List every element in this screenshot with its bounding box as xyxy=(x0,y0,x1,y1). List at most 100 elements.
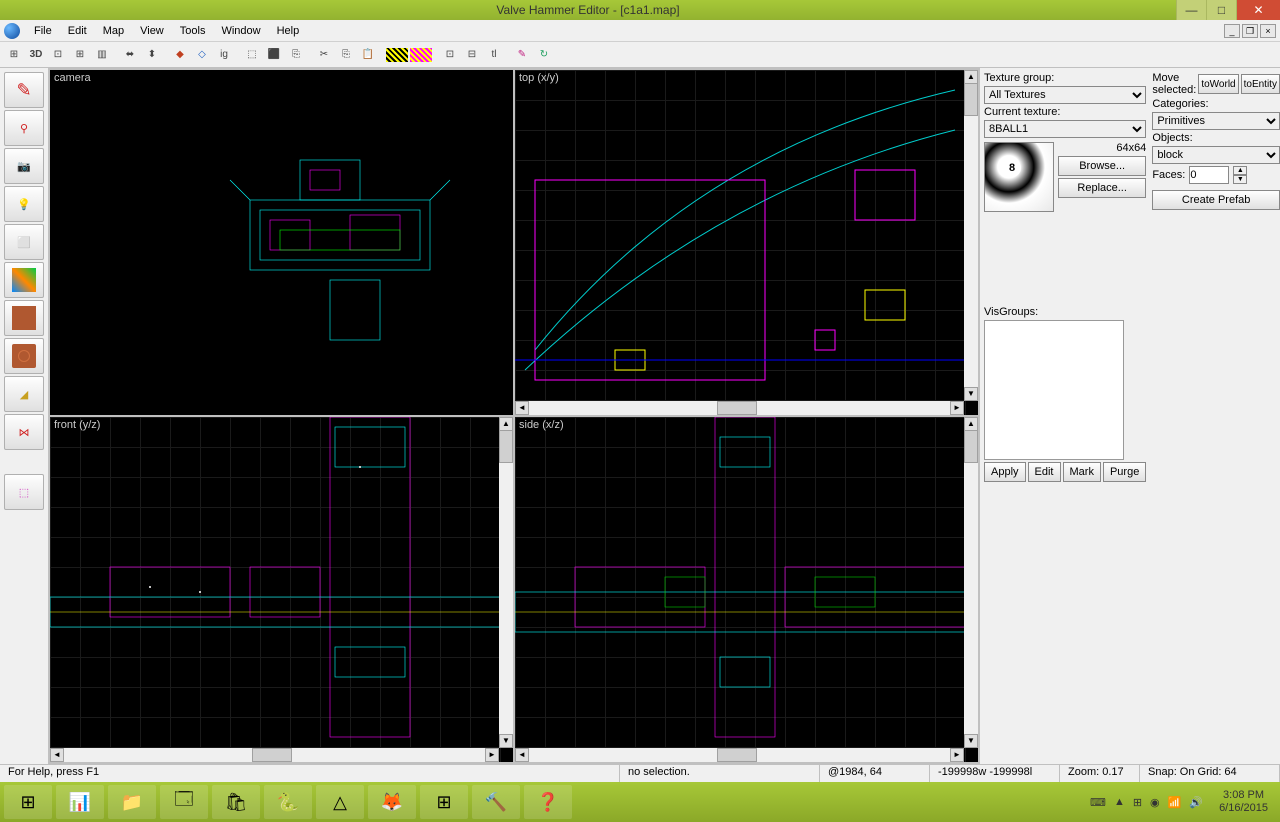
tray-steam-icon[interactable]: ◉ xyxy=(1150,796,1160,809)
visgroups-list[interactable] xyxy=(984,320,1124,460)
menu-tools[interactable]: Tools xyxy=(172,23,214,39)
toolbar-btn[interactable]: ⬚ xyxy=(242,45,262,65)
tray-sound-icon[interactable]: 🔊 xyxy=(1189,796,1203,809)
tool-selection-icon[interactable]: ✎ xyxy=(4,72,44,108)
tray-clock[interactable]: 3:08 PM 6/16/2015 xyxy=(1211,789,1276,815)
taskbar-store-icon[interactable]: 🛍 xyxy=(212,785,260,819)
faces-input[interactable] xyxy=(1189,166,1229,184)
taskbar-hammer-icon[interactable]: 🔨 xyxy=(472,785,520,819)
tool-magnify-icon[interactable]: ⚲ xyxy=(4,110,44,146)
menu-map[interactable]: Map xyxy=(95,23,132,39)
scrollbar-h[interactable]: ◄► xyxy=(515,401,964,415)
tray-wifi-icon[interactable]: 📶 xyxy=(1168,796,1182,809)
taskbar-python-icon[interactable]: 🐍 xyxy=(264,785,312,819)
viewport-camera[interactable]: camera xyxy=(50,70,513,415)
replace-button[interactable]: Replace... xyxy=(1058,178,1146,198)
visgroups-apply-button[interactable]: Apply xyxy=(984,462,1026,482)
toolbar-btn[interactable]: ◇ xyxy=(192,45,212,65)
move-selected-label: Move selected: xyxy=(1152,72,1196,96)
toolbar-btn[interactable]: ⬍ xyxy=(142,45,162,65)
menu-help[interactable]: Help xyxy=(269,23,308,39)
taskbar-app-icon[interactable]: 🗔 xyxy=(160,785,208,819)
toolbar-btn[interactable]: ⊡ xyxy=(440,45,460,65)
faces-spinner-up[interactable]: ▲ xyxy=(1233,166,1247,175)
toolbar-btn[interactable]: ↻ xyxy=(534,45,554,65)
viewport-label: camera xyxy=(54,72,91,84)
minimize-button[interactable]: — xyxy=(1176,0,1206,20)
categories-select[interactable]: Primitives xyxy=(1152,112,1280,130)
toolbar-tl-icon[interactable]: tl xyxy=(484,45,504,65)
toolbar-btn[interactable] xyxy=(410,48,432,62)
tool-texture-icon[interactable] xyxy=(4,262,44,298)
toolbar-btn[interactable]: ✎ xyxy=(512,45,532,65)
viewport-front[interactable]: front (y/z) xyxy=(50,417,513,762)
tool-clip-icon[interactable]: ◢ xyxy=(4,376,44,412)
menu-file[interactable]: File xyxy=(26,23,60,39)
mdi-close-button[interactable]: × xyxy=(1260,24,1276,38)
scrollbar-v[interactable]: ▲▼ xyxy=(964,417,978,748)
scrollbar-h[interactable]: ◄► xyxy=(515,748,964,762)
tool-camera-icon[interactable]: 📷 xyxy=(4,148,44,184)
tool-entity-icon[interactable]: 💡 xyxy=(4,186,44,222)
create-prefab-button[interactable]: Create Prefab xyxy=(1152,190,1280,210)
taskbar-firefox-icon[interactable]: 🦊 xyxy=(368,785,416,819)
status-selection: no selection. xyxy=(620,765,820,782)
tool-decal-icon[interactable] xyxy=(4,338,44,374)
status-help: For Help, press F1 xyxy=(0,765,620,782)
browse-button[interactable]: Browse... xyxy=(1058,156,1146,176)
toolbar-cut-icon[interactable]: ✂ xyxy=(314,45,334,65)
menu-view[interactable]: View xyxy=(132,23,172,39)
tray-chevron-icon[interactable]: ▲ xyxy=(1114,796,1125,808)
start-button[interactable]: ⊞ xyxy=(4,785,52,819)
viewport-side[interactable]: side (x/z) xyxy=(515,417,978,762)
viewport-top[interactable]: top (x/y) xyxy=(515,70,978,415)
tool-vertex-icon[interactable]: ⋈ xyxy=(4,414,44,450)
taskbar-explorer-icon[interactable]: 📁 xyxy=(108,785,156,819)
toolbar-ig-icon[interactable]: ig xyxy=(214,45,234,65)
mdi-restore-button[interactable]: ❐ xyxy=(1242,24,1258,38)
status-coords: @1984, 64 xyxy=(820,765,930,782)
scrollbar-v[interactable]: ▲▼ xyxy=(499,417,513,748)
scrollbar-v[interactable]: ▲▼ xyxy=(964,70,978,401)
toolbar-3d-icon[interactable]: 3D xyxy=(26,45,46,65)
menu-window[interactable]: Window xyxy=(213,23,268,39)
toolbar-paste-icon[interactable]: 📋 xyxy=(358,45,378,65)
close-button[interactable]: ✕ xyxy=(1236,0,1280,20)
toolbar-btn[interactable]: ⊡ xyxy=(48,45,68,65)
toolbar-grid-icon[interactable]: ⊞ xyxy=(4,45,24,65)
taskbar-help-icon[interactable]: ❓ xyxy=(524,785,572,819)
current-texture-select[interactable]: 8BALL1 xyxy=(984,120,1146,138)
texture-group-select[interactable]: All Textures xyxy=(984,86,1146,104)
tool-block-icon[interactable]: ⬜ xyxy=(4,224,44,260)
toolbar-btn[interactable] xyxy=(386,48,408,62)
toolbar-btn[interactable]: ⊞ xyxy=(70,45,90,65)
objects-select[interactable]: block xyxy=(1152,146,1280,164)
taskbar-taskmgr-icon[interactable]: 📊 xyxy=(56,785,104,819)
mdi-minimize-button[interactable]: _ xyxy=(1224,24,1240,38)
tray-keyboard-icon[interactable]: ⌨ xyxy=(1090,796,1106,809)
visgroups-purge-button[interactable]: Purge xyxy=(1103,462,1146,482)
maximize-button[interactable]: □ xyxy=(1206,0,1236,20)
taskbar-vlc-icon[interactable]: △ xyxy=(316,785,364,819)
toolbar-btn[interactable]: ⬛ xyxy=(264,45,284,65)
app-icon xyxy=(4,23,20,39)
scrollbar-h[interactable]: ◄► xyxy=(50,748,499,762)
faces-spinner-down[interactable]: ▼ xyxy=(1233,175,1247,184)
tool-path-icon[interactable]: ⬚ xyxy=(4,474,44,510)
toolbar-btn[interactable]: ⎘ xyxy=(286,45,306,65)
menu-edit[interactable]: Edit xyxy=(60,23,95,39)
toolbar-btn[interactable]: ▥ xyxy=(92,45,112,65)
tool-apply-icon[interactable] xyxy=(4,300,44,336)
toolbar-btn[interactable]: ⊟ xyxy=(462,45,482,65)
toolbar-btn[interactable]: ⬌ xyxy=(120,45,140,65)
toolbar-btn[interactable]: ◆ xyxy=(170,45,190,65)
visgroups-edit-button[interactable]: Edit xyxy=(1028,462,1061,482)
taskbar-calc-icon[interactable]: ⊞ xyxy=(420,785,468,819)
toworld-button[interactable]: toWorld xyxy=(1198,74,1238,94)
texture-group-label: Texture group: xyxy=(984,72,1146,84)
tool-tray: ✎ ⚲ 📷 💡 ⬜ ◢ ⋈ ⬚ xyxy=(0,68,48,764)
tray-flag-icon[interactable]: ⊞ xyxy=(1133,796,1142,809)
toolbar-copy-icon[interactable]: ⎘ xyxy=(336,45,356,65)
toentity-button[interactable]: toEntity xyxy=(1241,74,1280,94)
visgroups-mark-button[interactable]: Mark xyxy=(1063,462,1101,482)
